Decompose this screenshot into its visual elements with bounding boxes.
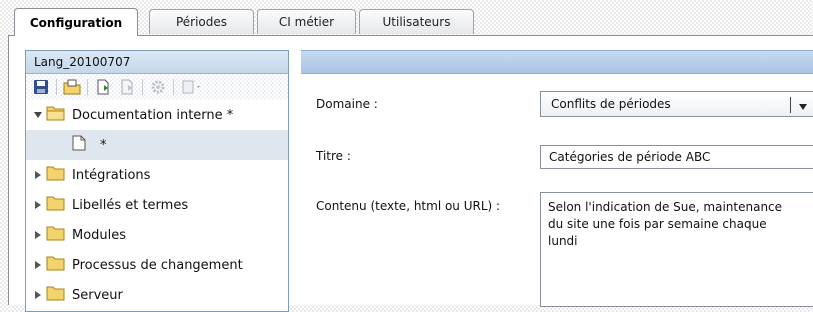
tree-node-label: Documentation interne * (72, 107, 234, 123)
domain-selected-value: Conflits de périodes (551, 97, 671, 111)
tree-node-processus-de-changement[interactable]: Processus de changement (26, 250, 288, 280)
details-header-bar (301, 50, 813, 74)
tab-ci-metier[interactable]: CI métier (257, 9, 356, 34)
tree-node-integrations[interactable]: Intégrations (26, 160, 288, 190)
content-label: Contenu (texte, html ou URL) : (316, 199, 501, 213)
tab-utilisateurs[interactable]: Utilisateurs (359, 9, 474, 34)
tree-node-serveur[interactable]: Serveur (26, 280, 288, 310)
copy-icon[interactable] (118, 78, 136, 96)
collapse-arrow-icon[interactable] (32, 109, 44, 121)
tree-node-label: Modules (72, 227, 127, 243)
toolbar-separator (173, 79, 174, 95)
title-label: Titre : (316, 149, 351, 163)
domain-label: Domaine : (316, 97, 378, 111)
tree-node-label: Processus de changement (72, 257, 243, 273)
new-document-icon[interactable] (94, 78, 112, 96)
tree-node-new-document[interactable]: * (26, 130, 288, 160)
domain-select[interactable]: Conflits de périodes (540, 91, 813, 117)
toolbar-separator (56, 79, 57, 95)
expand-arrow-icon[interactable] (32, 169, 44, 181)
tree-node-label: Serveur (72, 287, 123, 303)
settings-icon[interactable] (149, 78, 167, 96)
expand-arrow-icon[interactable] (32, 229, 44, 241)
tree-node-label: * (100, 137, 107, 153)
save-icon[interactable] (32, 78, 50, 96)
title-input[interactable]: Catégories de période ABC (540, 145, 813, 169)
document-icon (72, 135, 86, 155)
content-textarea[interactable]: Selon l'indication de Sue, maintenance d… (540, 192, 813, 307)
expand-arrow-icon[interactable] (32, 259, 44, 271)
tree-node-documentation-interne[interactable]: Documentation interne * (26, 100, 288, 130)
tab-periodes[interactable]: Périodes (149, 9, 254, 34)
tree-node-label: Intégrations (72, 167, 151, 183)
document-tree: Documentation interne * * Intégrations L… (26, 100, 288, 310)
export-icon[interactable] (180, 78, 204, 96)
tree-node-label: Libellés et termes (72, 197, 189, 213)
tree-node-libelles-et-termes[interactable]: Libellés et termes (26, 190, 288, 220)
tab-configuration[interactable]: Configuration (14, 8, 138, 36)
folder-icon (46, 225, 66, 245)
expand-arrow-icon[interactable] (32, 199, 44, 211)
folder-icon (46, 165, 66, 185)
folder-icon (46, 285, 66, 305)
tree-node-modules[interactable]: Modules (26, 220, 288, 250)
chevron-down-icon[interactable] (798, 100, 808, 114)
toolbar-separator (87, 79, 88, 95)
select-divider (790, 97, 791, 113)
tree-toolbar (26, 74, 288, 100)
folder-icon (46, 255, 66, 275)
document-tree-panel: Lang_20100707 Documentation interne * * … (25, 50, 289, 312)
folder-open-icon (46, 105, 66, 125)
panel-title: Lang_20100707 (26, 51, 288, 74)
expand-arrow-icon[interactable] (32, 289, 44, 301)
folder-icon (46, 195, 66, 215)
toolbar-separator (142, 79, 143, 95)
open-folder-icon[interactable] (63, 78, 81, 96)
